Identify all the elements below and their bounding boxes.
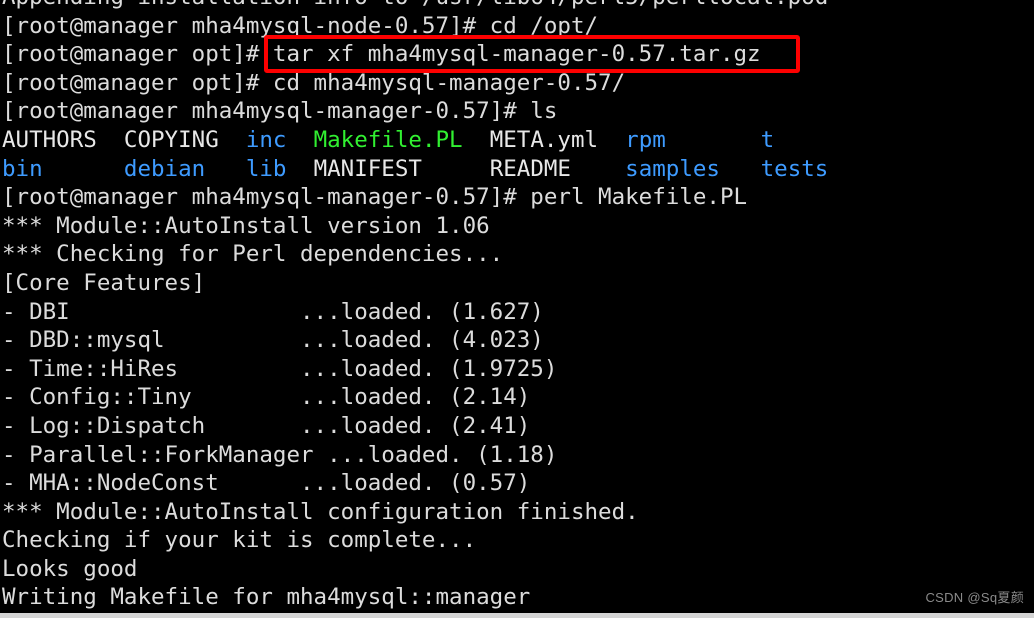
terminal-line-text: - DBD::mysql ...loaded. (4.023) bbox=[2, 327, 544, 354]
terminal-line: Checking if your kit is complete... bbox=[0, 526, 1034, 555]
terminal-line-text: [root@manager mha4mysql-node-0.57]# cd /… bbox=[2, 12, 599, 39]
terminal-line: - DBD::mysql ...loaded. (4.023) bbox=[0, 326, 1034, 355]
terminal-line: - DBI ...loaded. (1.627) bbox=[0, 298, 1034, 327]
terminal-screen: Appending installation info to /usr/lib6… bbox=[0, 0, 1034, 618]
terminal-line: *** Module::AutoInstall version 1.06 bbox=[0, 212, 1034, 241]
terminal-line: Looks good bbox=[0, 555, 1034, 584]
terminal-line: [root@manager mha4mysql-manager-0.57]# p… bbox=[0, 183, 1034, 212]
terminal-line-text: *** Checking for Perl dependencies... bbox=[2, 241, 504, 268]
terminal-line: *** Checking for Perl dependencies... bbox=[0, 240, 1034, 269]
terminal-line-text: Writing Makefile for mha4mysql::manager bbox=[2, 584, 531, 611]
ls-entry: t bbox=[760, 126, 775, 153]
watermark-label: CSDN @Sq夏颜 bbox=[925, 590, 1024, 605]
ls-entry: samples bbox=[625, 155, 761, 182]
terminal-line: [Core Features] bbox=[0, 269, 1034, 298]
ls-entry: MANIFEST bbox=[313, 155, 490, 182]
terminal-line: - Parallel::ForkManager ...loaded. (1.18… bbox=[0, 441, 1034, 470]
terminal-line-text: [root@manager opt]# cd mha4mysql-manager… bbox=[2, 69, 626, 96]
ls-entry: rpm bbox=[625, 126, 761, 153]
ls-entry: README bbox=[489, 155, 626, 182]
terminal-line-text: - Time::HiRes ...loaded. (1.9725) bbox=[2, 355, 558, 382]
terminal-line-text: - DBI ...loaded. (1.627) bbox=[2, 298, 544, 325]
ls-entry: AUTHORS bbox=[2, 126, 124, 153]
terminal-line: Writing Makefile for mha4mysql::manager bbox=[0, 583, 1034, 612]
ls-entry: lib bbox=[245, 155, 314, 182]
terminal-line: - Log::Dispatch ...loaded. (2.41) bbox=[0, 412, 1034, 441]
terminal-line-text: [root@manager mha4mysql-manager-0.57]# p… bbox=[2, 184, 748, 211]
ls-entry: Makefile.PL bbox=[313, 126, 490, 153]
ls-entry: bin bbox=[2, 155, 124, 182]
ls-entry: tests bbox=[760, 155, 829, 182]
terminal-line: - MHA::NodeConst ...loaded. (0.57) bbox=[0, 469, 1034, 498]
terminal-line: - Time::HiRes ...loaded. (1.9725) bbox=[0, 355, 1034, 384]
terminal-line-text: Appending installation info to /usr/lib6… bbox=[2, 0, 828, 10]
terminal-line-text: [root@manager mha4mysql-manager-0.57]# l… bbox=[2, 98, 558, 125]
terminal-line-text: - MHA::NodeConst ...loaded. (0.57) bbox=[2, 470, 531, 497]
ls-entry: META.yml bbox=[489, 126, 626, 153]
ls-output-row: bin debian lib MANIFEST README samples t… bbox=[0, 155, 1034, 184]
terminal-line: [root@manager mha4mysql-manager-0.57]# l… bbox=[0, 97, 1034, 126]
terminal-line-text: [Core Features] bbox=[2, 269, 206, 296]
ls-entry: COPYING bbox=[123, 126, 246, 153]
terminal-line-text: - Log::Dispatch ...loaded. (2.41) bbox=[2, 412, 531, 439]
terminal-line: [root@manager opt]# cd mha4mysql-manager… bbox=[0, 69, 1034, 98]
terminal-line-text: [root@manager opt]# tar xf mha4mysql-man… bbox=[2, 41, 761, 68]
bottom-strip bbox=[0, 613, 1034, 618]
terminal-line-text: - Config::Tiny ...loaded. (2.14) bbox=[2, 384, 531, 411]
terminal-line-text: *** Module::AutoInstall version 1.06 bbox=[2, 212, 490, 239]
ls-entry: debian bbox=[123, 155, 246, 182]
ls-output-row: AUTHORS COPYING inc Makefile.PL META.yml… bbox=[0, 126, 1034, 155]
terminal-line: [root@manager opt]# tar xf mha4mysql-man… bbox=[0, 40, 1034, 69]
terminal-window[interactable]: Appending installation info to /usr/lib6… bbox=[0, 0, 1034, 618]
terminal-line-text: *** Module::AutoInstall configuration fi… bbox=[2, 498, 639, 525]
terminal-line-text: Checking if your kit is complete... bbox=[2, 527, 477, 554]
ls-entry: inc bbox=[245, 126, 314, 153]
terminal-line: *** Module::AutoInstall configuration fi… bbox=[0, 498, 1034, 527]
terminal-line-text: Looks good bbox=[2, 555, 138, 582]
terminal-line: - Config::Tiny ...loaded. (2.14) bbox=[0, 383, 1034, 412]
terminal-line: [root@manager mha4mysql-node-0.57]# cd /… bbox=[0, 12, 1034, 41]
terminal-line: Appending installation info to /usr/lib6… bbox=[0, 0, 1034, 12]
terminal-line-text: - Parallel::ForkManager ...loaded. (1.18… bbox=[2, 441, 558, 468]
